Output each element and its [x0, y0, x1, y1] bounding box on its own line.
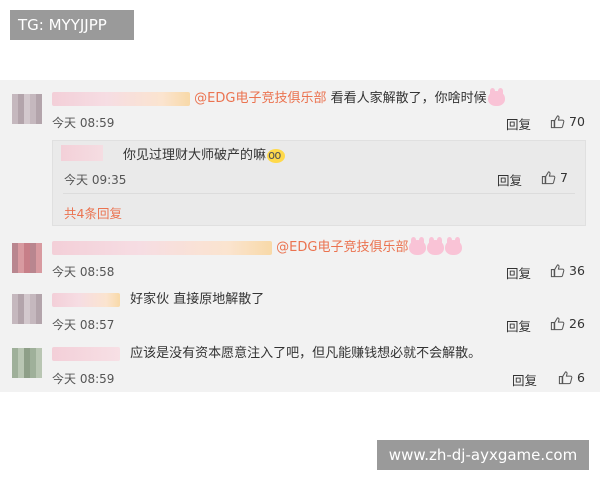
like-count: 36 — [569, 263, 585, 278]
sub-reply-button[interactable]: 回复 — [497, 170, 522, 189]
comment-text: 应该是没有资本愿意注入了吧，但凡能赚钱想必就不会解散。 — [130, 346, 482, 361]
sub-reply-content: 你见过理财大师破产的嘛 — [123, 146, 286, 165]
blurred-username[interactable] — [52, 346, 120, 361]
divider — [63, 193, 575, 194]
thumbs-up-icon — [550, 115, 565, 129]
sub-reply-box: 你见过理财大师破产的嘛 今天 09:35 回复 7 共4条回复 — [52, 140, 586, 226]
nerd-glasses-emoji-icon — [267, 146, 286, 164]
sub-reply-time: 今天 09:35 — [64, 173, 127, 187]
bottom-watermark-badge: www.zh-dj-ayxgame.com — [377, 440, 589, 470]
mention-link[interactable]: @EDG电子竞技俱乐部 — [194, 91, 326, 106]
comment-feed: @EDG电子竞技俱乐部 看看人家解散了，你啥时候 今天 08:59 回复 70 … — [0, 80, 600, 392]
reply-button[interactable]: 回复 — [512, 370, 537, 389]
pig-emoji-icon — [427, 237, 445, 255]
avatar[interactable] — [12, 243, 42, 273]
blurred-username[interactable] — [52, 292, 120, 307]
avatar[interactable] — [12, 348, 42, 378]
pig-emoji-icon — [487, 88, 505, 106]
avatar[interactable] — [12, 94, 42, 124]
comment-time: 今天 08:58 — [52, 265, 115, 279]
comment-text: 好家伙 直接原地解散了 — [130, 292, 265, 307]
mention-link[interactable]: @EDG电子竞技俱乐部 — [276, 240, 408, 255]
thumbs-up-icon — [558, 371, 573, 385]
comment-text: 看看人家解散了，你啥时候 — [326, 91, 487, 106]
like-count: 70 — [569, 114, 585, 129]
like-button[interactable]: 36 — [550, 263, 585, 278]
comment-3-content: 好家伙 直接原地解散了 — [52, 291, 264, 309]
like-button[interactable]: 6 — [558, 370, 585, 385]
thumbs-up-icon — [541, 171, 556, 185]
blurred-sub-username[interactable] — [61, 145, 103, 161]
comment-2-content: @EDG电子竞技俱乐部 — [52, 237, 463, 257]
thumbs-up-icon — [550, 264, 565, 278]
like-count: 26 — [569, 316, 585, 331]
like-count: 6 — [577, 370, 585, 385]
avatar[interactable] — [12, 294, 42, 324]
top-watermark-badge: TG: MYYJJPP — [10, 10, 134, 40]
more-replies-link[interactable]: 共4条回复 — [64, 203, 122, 222]
comment-time: 今天 08:57 — [52, 318, 115, 332]
reply-button[interactable]: 回复 — [506, 114, 531, 133]
comment-4-content: 应该是没有资本愿意注入了吧，但凡能赚钱想必就不会解散。 — [52, 345, 481, 363]
blurred-username[interactable] — [52, 240, 272, 255]
blurred-username[interactable] — [52, 91, 190, 106]
comment-1-content: @EDG电子竞技俱乐部 看看人家解散了，你啥时候 — [52, 88, 505, 108]
sub-reply-text: 你见过理财大师破产的嘛 — [123, 148, 267, 163]
sub-like-button[interactable]: 7 — [541, 170, 568, 185]
reply-button[interactable]: 回复 — [506, 316, 531, 335]
like-button[interactable]: 70 — [550, 114, 585, 129]
thumbs-up-icon — [550, 317, 565, 331]
like-button[interactable]: 26 — [550, 316, 585, 331]
pig-emoji-icon — [409, 237, 427, 255]
like-count: 7 — [560, 170, 568, 185]
comment-time: 今天 08:59 — [52, 116, 115, 130]
reply-button[interactable]: 回复 — [506, 263, 531, 282]
comment-time: 今天 08:59 — [52, 372, 115, 386]
pig-emoji-icon — [445, 237, 463, 255]
